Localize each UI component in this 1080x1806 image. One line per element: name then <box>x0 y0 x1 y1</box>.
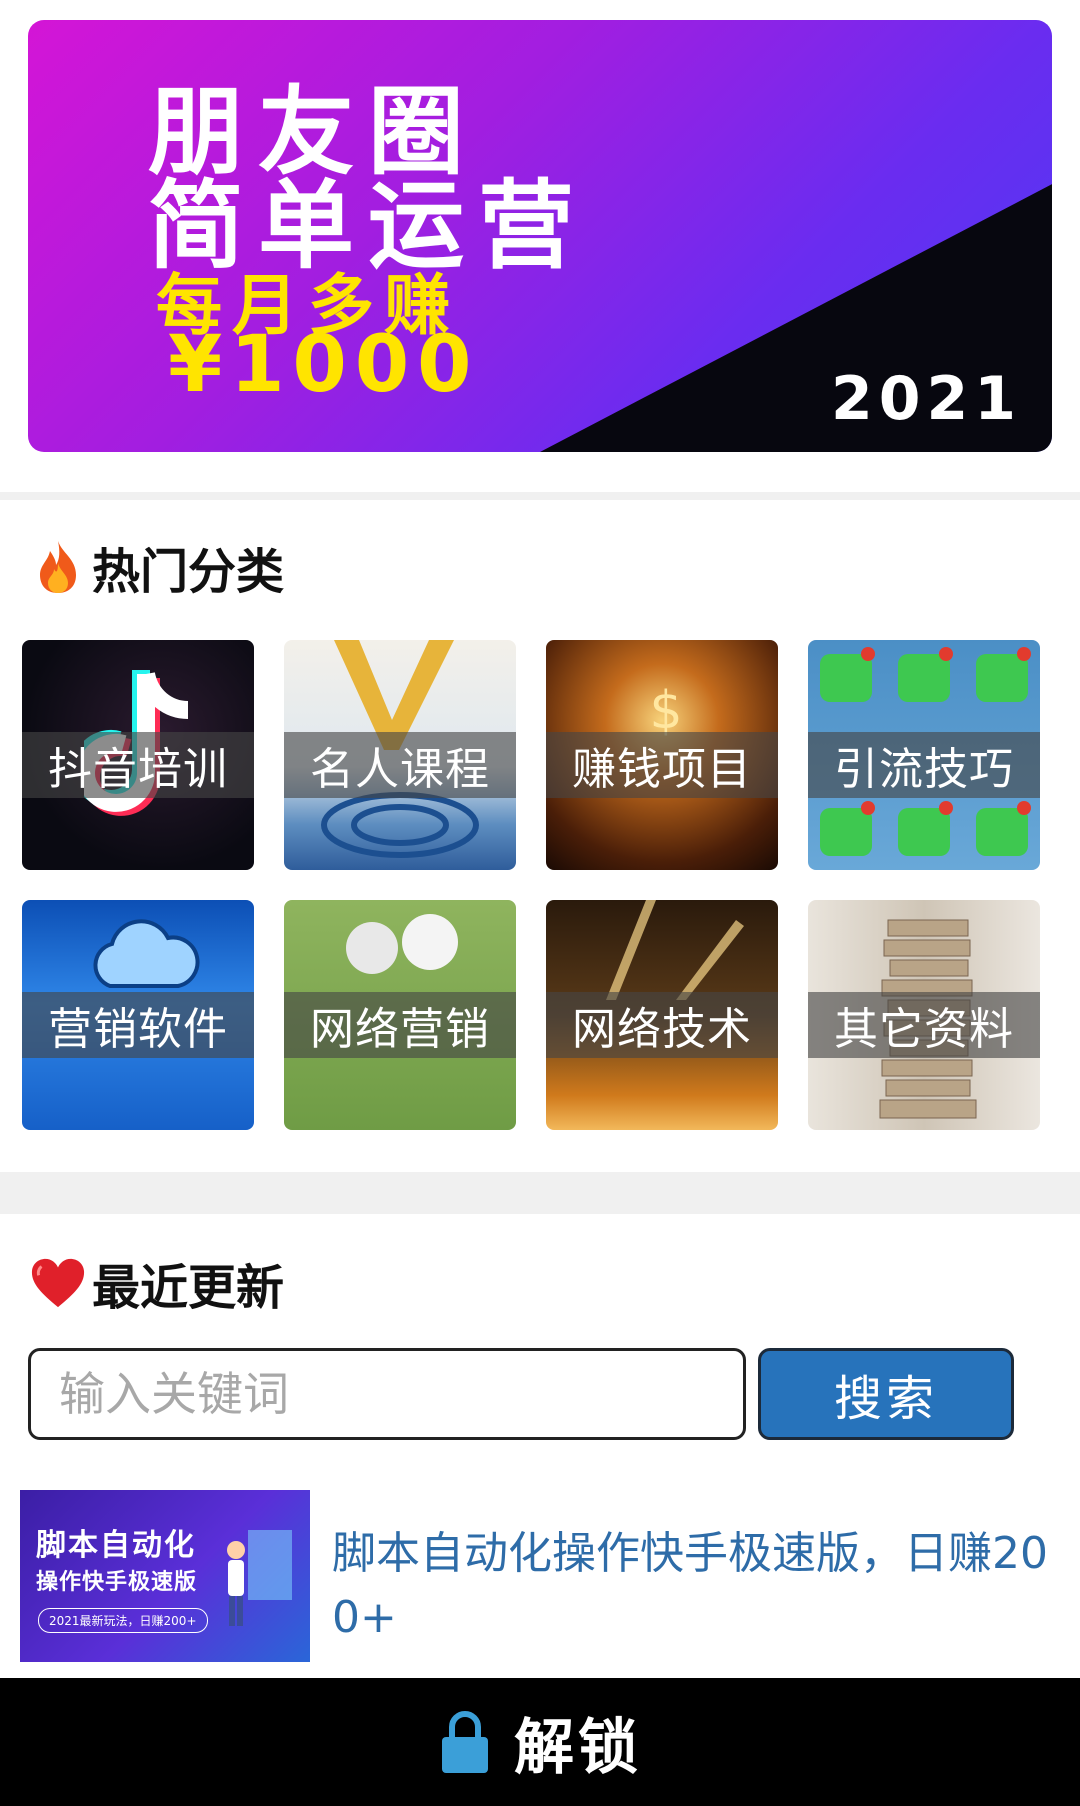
section-divider <box>0 492 1080 500</box>
article-thumbnail[interactable]: 脚本自动化 操作快手极速版 2021最新玩法，日赚200+ <box>20 1490 310 1662</box>
category-label: 网络营销 <box>284 992 516 1058</box>
hot-categories-heading: 热门分类 <box>30 532 284 602</box>
lock-icon <box>442 1711 488 1773</box>
thumb-title: 脚本自动化 <box>36 1528 196 1563</box>
category-label: 网络技术 <box>546 992 778 1058</box>
fire-icon <box>30 539 86 595</box>
article-title-link[interactable]: 脚本自动化操作快手极速版，日赚200+ <box>332 1522 1062 1650</box>
recent-updates-title: 最近更新 <box>92 1260 285 1316</box>
category-label: 赚钱项目 <box>546 732 778 798</box>
banner-year: 2021 <box>831 364 1022 434</box>
category-tile-traffic[interactable]: 引流技巧 <box>808 640 1040 870</box>
section-divider <box>0 1172 1080 1214</box>
promo-banner[interactable]: 朋友圈 简单运营 每月多赚 ¥1000 2021 <box>28 20 1052 452</box>
category-label: 营销软件 <box>22 992 254 1058</box>
unlock-button[interactable]: 解锁 <box>0 1678 1080 1806</box>
category-tile-make-money[interactable]: $ 赚钱项目 <box>546 640 778 870</box>
hot-categories-title: 热门分类 <box>92 544 285 600</box>
category-tile-network-tech[interactable]: 网络技术 <box>546 900 778 1130</box>
banner-line-4: ¥1000 <box>168 320 480 410</box>
search-input[interactable] <box>28 1348 746 1440</box>
category-tile-other-materials[interactable]: 其它资料 <box>808 900 1040 1130</box>
thumb-tag: 2021最新玩法，日赚200+ <box>38 1608 208 1633</box>
unlock-label: 解锁 <box>514 1712 642 1783</box>
dollar-sign-icon: $ <box>649 681 682 740</box>
category-label: 抖音培训 <box>22 732 254 798</box>
water-ripple-icon <box>321 792 479 858</box>
category-tile-marketing-software[interactable]: 营销软件 <box>22 900 254 1130</box>
search-button[interactable]: 搜索 <box>758 1348 1014 1440</box>
cloud-icon <box>93 919 200 988</box>
thumb-subtitle: 操作快手极速版 <box>36 1570 198 1595</box>
category-tile-douyin[interactable]: 抖音培训 <box>22 640 254 870</box>
recent-updates-heading: 最近更新 <box>30 1248 284 1318</box>
category-tile-celebrity[interactable]: 名人课程 <box>284 640 516 870</box>
light-beam-icon <box>606 900 744 1000</box>
figures-icon <box>346 914 458 974</box>
heart-icon <box>30 1255 86 1311</box>
category-tile-online-marketing[interactable]: 网络营销 <box>284 900 516 1130</box>
category-label: 其它资料 <box>808 992 1040 1058</box>
category-label: 引流技巧 <box>808 732 1040 798</box>
presenter-illustration-icon <box>227 1530 292 1626</box>
category-label: 名人课程 <box>284 732 516 798</box>
